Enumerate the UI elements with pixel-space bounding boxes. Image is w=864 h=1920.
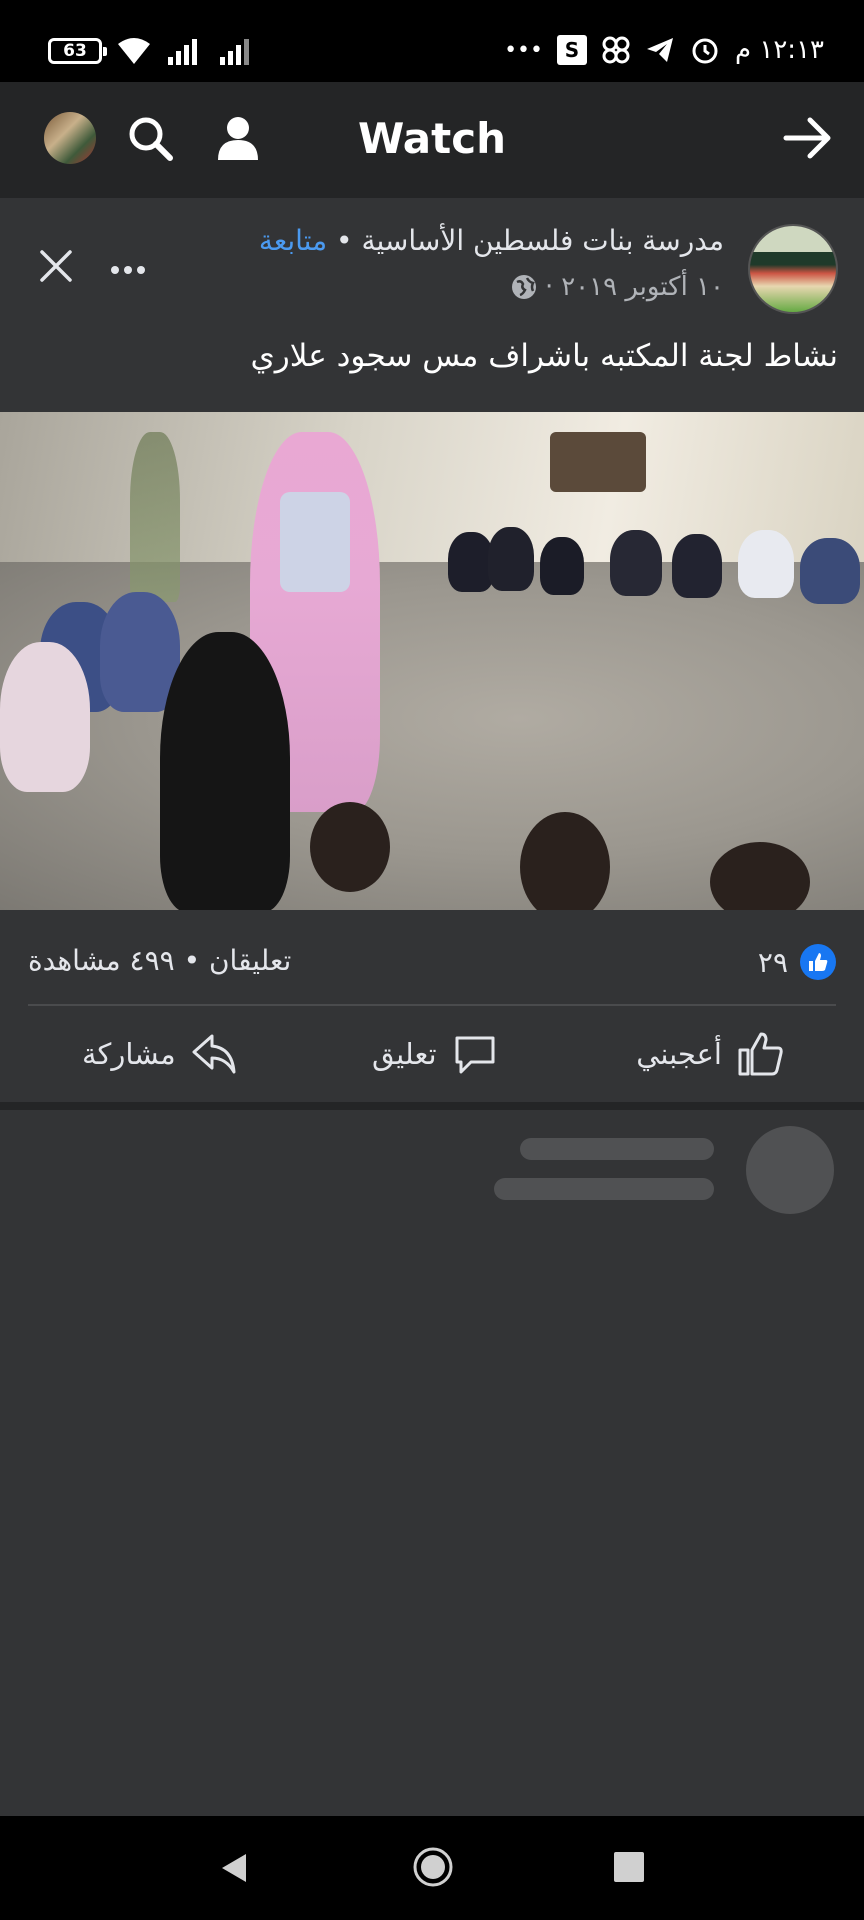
comment-button[interactable]: تعليق	[372, 1028, 499, 1080]
date-separator: ·	[544, 272, 554, 302]
video-child	[540, 537, 584, 595]
s-app-icon: S	[557, 35, 587, 65]
page-avatar[interactable]	[748, 224, 838, 314]
thumbs-up-icon	[738, 1032, 783, 1076]
wifi-icon	[118, 38, 150, 64]
nav-home-icon[interactable]	[412, 1846, 454, 1888]
comments-views-summary[interactable]: تعليقان • ٤٩٩ مشاهدة	[28, 944, 291, 977]
likes-count: ٢٩	[757, 945, 788, 979]
arrow-right-icon[interactable]	[780, 110, 836, 166]
signal-icon-2	[220, 39, 249, 65]
alarm-icon	[692, 38, 718, 64]
likes-summary[interactable]: ٢٩	[758, 944, 836, 980]
watch-header: Watch	[0, 82, 864, 198]
more-options-icon[interactable]	[106, 248, 150, 292]
comment-label: تعليق	[372, 1037, 437, 1071]
system-nav-bar	[0, 1816, 864, 1920]
video-teacher-vest	[280, 492, 350, 592]
loading-text-placeholder	[520, 1138, 714, 1160]
comment-icon	[455, 1036, 495, 1074]
nav-back-icon[interactable]	[216, 1850, 252, 1886]
battery-level: 63	[63, 41, 87, 61]
post-header: مدرسة بنات فلسطين الأساسية • متابعة ١٠ أ…	[0, 198, 864, 412]
share-icon	[192, 1034, 236, 1074]
video-child-head	[310, 802, 390, 892]
post-meta: ١٠ أكتوبر ٢٠١٩ ·	[511, 272, 724, 302]
status-left: 63	[48, 36, 258, 66]
person-icon[interactable]	[212, 112, 264, 164]
video-child	[488, 527, 534, 591]
video-bench	[550, 432, 646, 492]
status-right: ١٢:١٣ م S •••	[504, 34, 824, 66]
status-more: •••	[504, 37, 543, 63]
like-reaction-icon	[800, 944, 836, 980]
close-icon[interactable]	[34, 244, 78, 288]
profile-avatar[interactable]	[44, 112, 96, 164]
post-caption: نشاط لجنة المكتبه باشراف مس سجود علاري	[250, 338, 838, 374]
nav-recents-icon[interactable]	[614, 1852, 644, 1882]
video-player[interactable]	[0, 412, 864, 910]
share-button[interactable]: مشاركة	[82, 1028, 238, 1080]
like-button[interactable]: أعجبني	[636, 1028, 784, 1080]
video-child	[672, 534, 722, 598]
share-label: مشاركة	[82, 1037, 176, 1071]
post-date[interactable]: ١٠ أكتوبر ٢٠١٩	[561, 272, 724, 302]
signal-icon	[168, 39, 197, 65]
video-child-black	[160, 632, 290, 910]
battery-icon: 63	[48, 38, 107, 64]
video-child	[800, 538, 860, 604]
section-separator	[0, 1102, 864, 1110]
status-time: ١٢:١٣ م	[735, 35, 824, 65]
follow-button[interactable]: متابعة	[259, 224, 327, 257]
telegram-icon	[647, 38, 673, 62]
like-label: أعجبني	[636, 1037, 722, 1071]
app-grid-icon	[602, 36, 630, 64]
page-name-line: مدرسة بنات فلسطين الأساسية • متابعة	[259, 224, 724, 257]
globe-icon	[511, 275, 536, 299]
post-stats: ٢٩ تعليقان • ٤٩٩ مشاهدة	[0, 910, 864, 1006]
video-child	[0, 642, 90, 792]
loading-text-placeholder	[494, 1178, 714, 1200]
search-icon[interactable]	[124, 112, 176, 164]
loading-avatar-placeholder	[746, 1126, 834, 1214]
name-separator: •	[336, 224, 353, 257]
page-name[interactable]: مدرسة بنات فلسطين الأساسية	[361, 224, 724, 257]
video-child	[738, 530, 794, 598]
video-child	[610, 530, 662, 596]
video-tree	[130, 432, 180, 602]
status-bar: 63 ١٢:١٣ م S •••	[0, 0, 864, 82]
post-actions: أعجبني تعليق مشاركة	[0, 1006, 864, 1102]
